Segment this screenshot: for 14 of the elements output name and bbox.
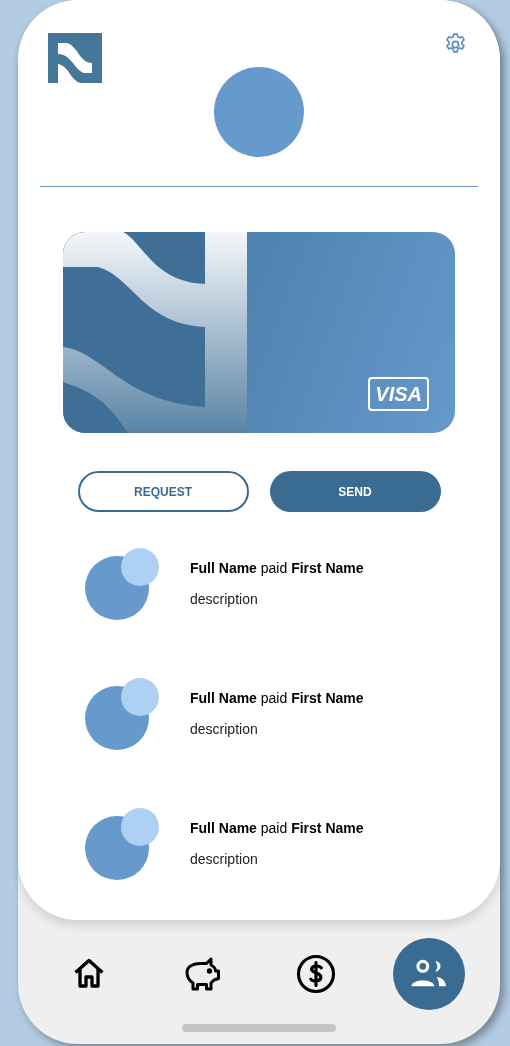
logo-icon (48, 33, 102, 83)
transaction-avatar-icon (85, 808, 159, 880)
transaction-title: Full Name paid First Name (190, 559, 364, 578)
transaction-avatar-icon (85, 548, 159, 620)
action-button[interactable]: REQUEST (77, 471, 249, 512)
dollar-coin-icon (294, 953, 337, 995)
transaction-title: Full Name paid First Name (190, 819, 364, 838)
transaction-avatar-icon (85, 678, 159, 750)
transaction-description: description (190, 590, 259, 609)
action-button[interactable]: SEND (269, 471, 441, 512)
transaction-description: description (190, 720, 259, 739)
transaction-description: description (190, 850, 259, 869)
transaction-title: Full Name paid First Name (190, 689, 364, 708)
card-brand: VISA (368, 377, 429, 411)
